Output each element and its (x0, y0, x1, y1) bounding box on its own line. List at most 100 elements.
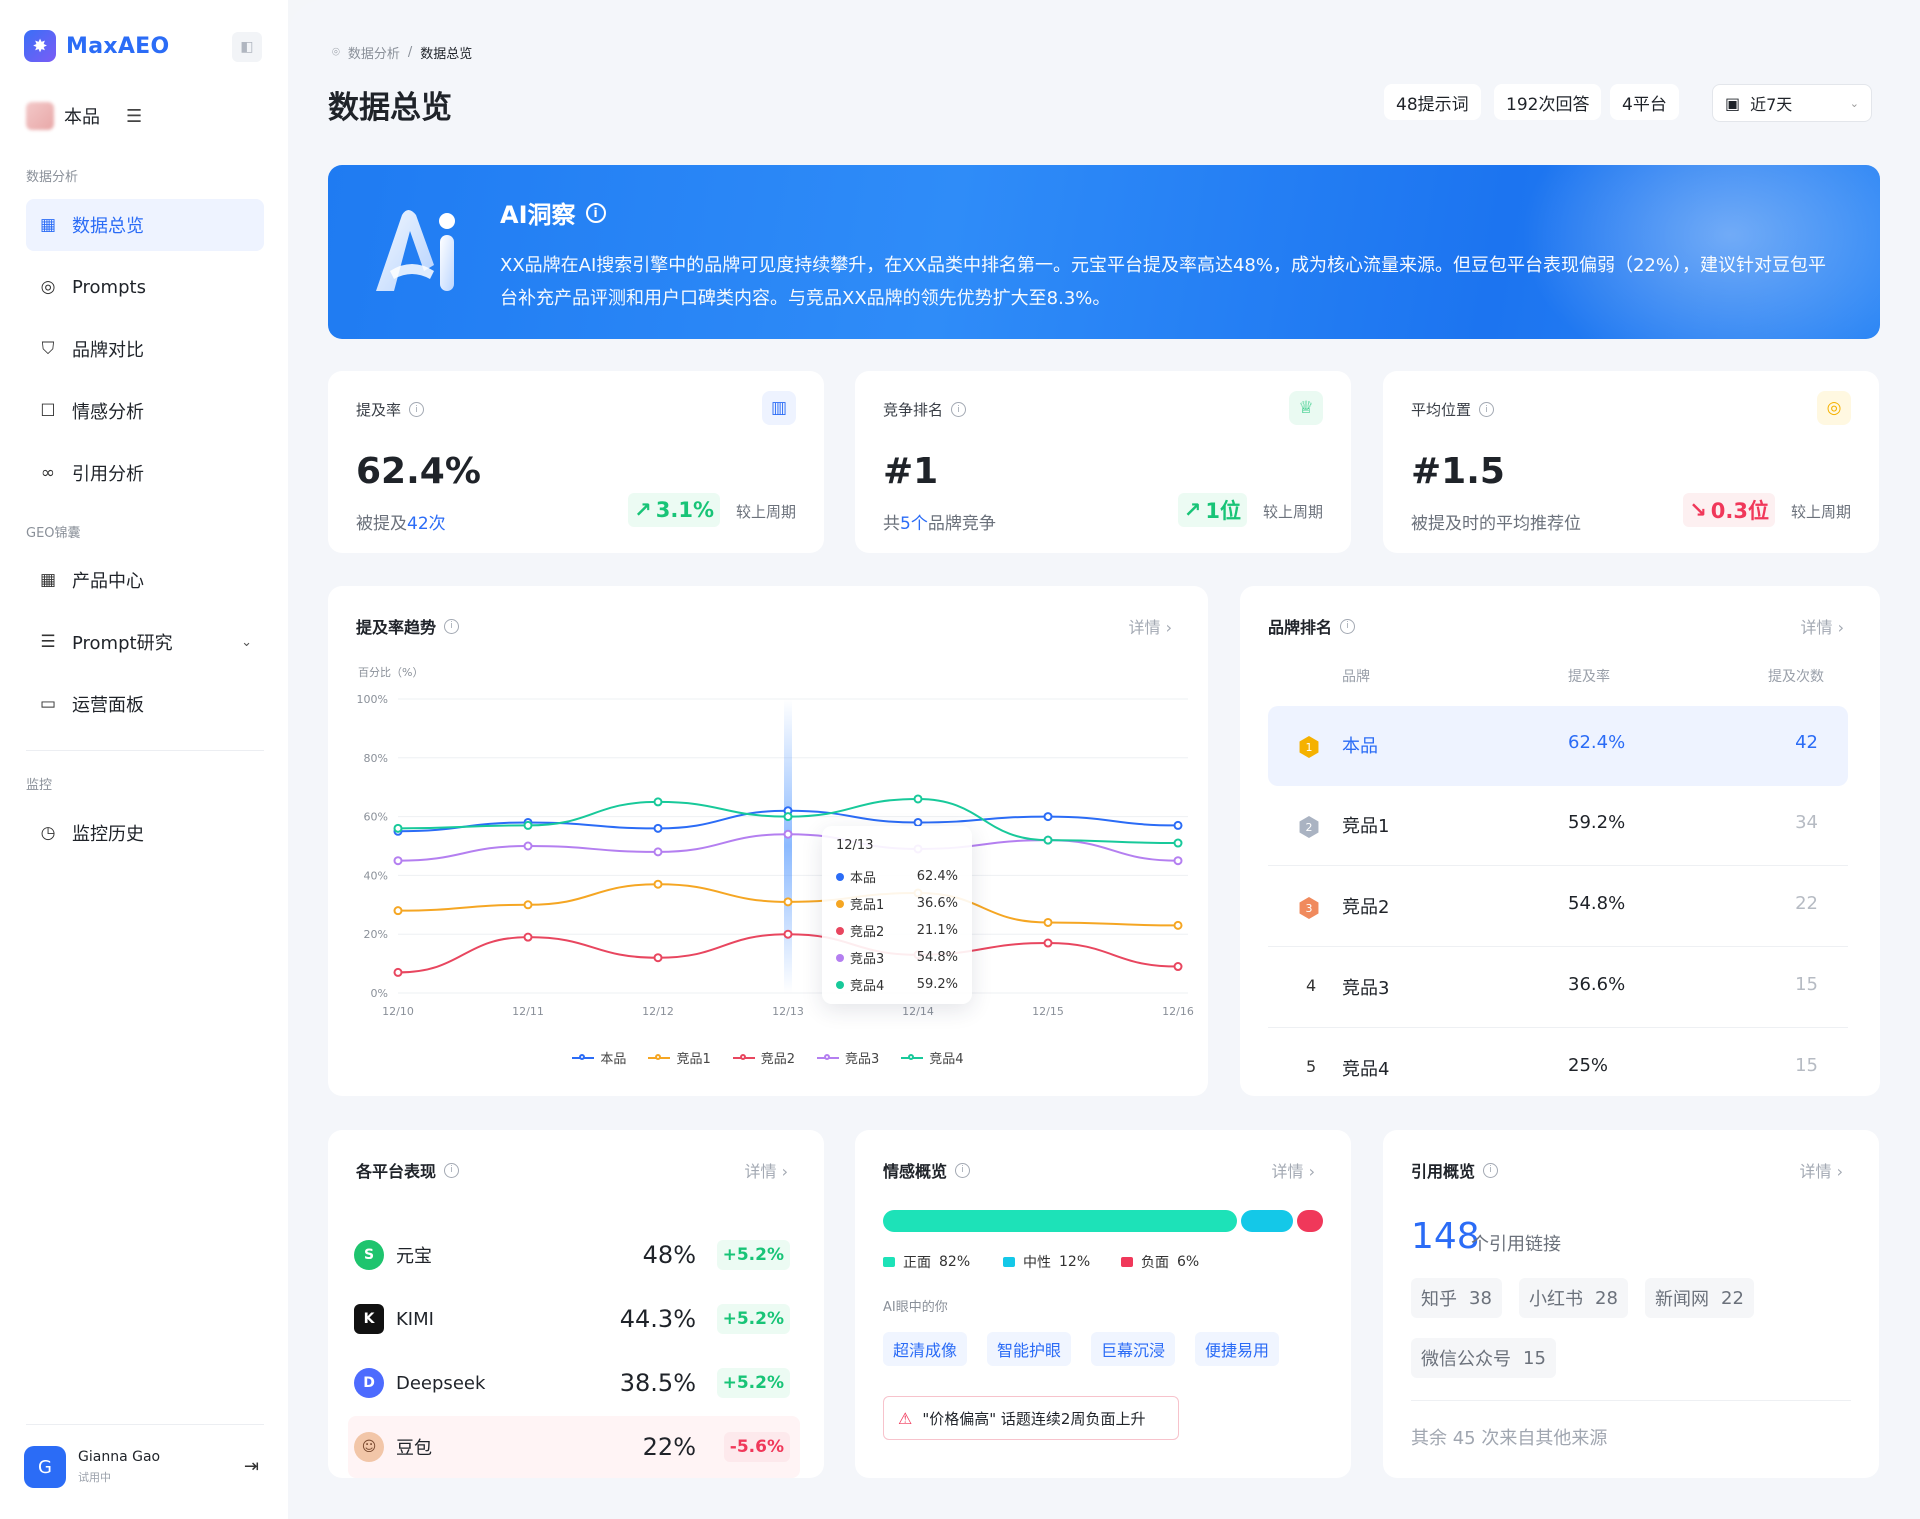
page-title: 数据总览 (328, 90, 452, 126)
legend-label: 竞品3 (845, 1052, 880, 1067)
app-logo[interactable]: ✸ MaxAEO (24, 30, 170, 62)
ai-insight-text: XX品牌在AI搜索引擎中的品牌可见度持续攀升，在XX品类中排名第一。元宝平台提及… (500, 255, 1826, 309)
platform-row[interactable]: S 元宝 48% +5.2% (348, 1224, 800, 1286)
data-point (653, 953, 663, 963)
hover-highlight (784, 699, 792, 993)
trophy-icon: ♕ (1289, 391, 1323, 425)
user-profile[interactable]: G Gianna Gao 试用中 (24, 1446, 160, 1488)
data-point (1173, 856, 1183, 866)
info-icon[interactable]: i (951, 402, 967, 417)
x-tick-label: 12/16 (1162, 1005, 1194, 1018)
nav-item-overview[interactable]: ▦ 数据总览 (26, 199, 264, 251)
nav-item-monitor-history[interactable]: ◷ 监控历史 (26, 807, 264, 859)
platform-row[interactable]: ☺ 豆包 22% -5.6% (348, 1416, 800, 1478)
nav-label: 引用分析 (72, 464, 144, 485)
info-icon[interactable]: i (585, 202, 606, 223)
legend-label: 本品 (600, 1052, 627, 1067)
column-header: 提及次数 (1768, 669, 1824, 685)
column-header: 品牌 (1342, 669, 1370, 685)
details-link[interactable]: 详情 › (1801, 614, 1845, 638)
legend-item[interactable]: 竞品2 (732, 1048, 795, 1067)
kpi-sub: 被提及时的平均推荐位 (1411, 514, 1581, 534)
card-title: 引用概览 i (1411, 1158, 1499, 1182)
chevron-down-icon[interactable]: ⌄ (241, 635, 252, 650)
rank-number: 5 (1306, 1057, 1317, 1076)
data-point (913, 794, 923, 804)
platform-row[interactable]: D Deepseek 38.5% +5.2% (348, 1352, 800, 1414)
platform-count-chip: 4平台 (1610, 84, 1679, 120)
info-icon[interactable]: i (1483, 1162, 1499, 1178)
nav-label: 情感分析 (72, 402, 144, 423)
keyword-tag[interactable]: 便捷易用 (1195, 1332, 1280, 1366)
data-point (393, 906, 403, 916)
details-link[interactable]: 详情 › (1800, 1158, 1844, 1182)
legend-item[interactable]: 竞品3 (817, 1048, 879, 1067)
platform-row[interactable]: K KIMI 44.3% +5.2% (348, 1288, 800, 1350)
info-icon[interactable]: i (1479, 402, 1495, 417)
kpi-card-rank: 竞争排名 i ♕ #1 共5个品牌竞争 ↗ 1位 较上周期 (855, 371, 1351, 553)
info-icon[interactable]: i (409, 402, 425, 417)
legend-item[interactable]: 竞品1 (648, 1048, 711, 1067)
sentiment-bar-neutral[interactable] (1241, 1210, 1294, 1232)
details-link[interactable]: 详情 › (745, 1158, 789, 1182)
x-tick-label: 12/11 (512, 1005, 544, 1018)
table-row[interactable]: 5 竞品4 25% 15 (1268, 1029, 1848, 1096)
sentiment-bar-positive[interactable] (883, 1210, 1238, 1232)
nav-item-prompt-research[interactable]: ☰ Prompt研究 ⌄ (26, 616, 264, 668)
nav-label: Prompts (72, 276, 146, 298)
nav-label: 数据总览 (72, 216, 144, 237)
bar-chart-icon: ▥ (762, 391, 796, 425)
source-chip[interactable]: 小红书 28 (1519, 1278, 1628, 1318)
data-point (1043, 835, 1053, 845)
line-chart[interactable]: 百分比（%） 0% 20% 40% 60% 80% 100% 12/10 12/11 12/12 1… (328, 586, 1208, 1096)
sentiment-bar-negative[interactable] (1297, 1210, 1323, 1232)
kpi-compare: 较上周期 (735, 503, 796, 521)
table-row[interactable]: 3 竞品2 54.8% 22 (1268, 867, 1848, 947)
info-icon[interactable]: i (444, 1162, 460, 1178)
list-icon[interactable]: ☰ (126, 106, 142, 127)
keyword-tag[interactable]: 巨幕沉浸 (1091, 1332, 1176, 1366)
kpi-delta: ↗ 1位 (1177, 493, 1247, 527)
kpi-value: #1.5 (1411, 451, 1505, 492)
tooltip-row: 竞品1 36.6% (836, 890, 958, 917)
nav-item-ops-board[interactable]: ▭ 运营面板 (26, 678, 264, 730)
platform-delta: +5.2% (716, 1240, 790, 1270)
legend-item[interactable]: 竞品4 (901, 1048, 964, 1067)
sentiment-legend-neutral: 中性 12% (1003, 1252, 1090, 1272)
info-icon[interactable]: i (1340, 618, 1356, 634)
legend-item[interactable]: 本品 (572, 1048, 626, 1067)
source-chip[interactable]: 新闻网 22 (1645, 1278, 1754, 1318)
answer-count-chip: 192次回答 (1494, 84, 1602, 120)
product-switcher[interactable]: 本品 ☰ (26, 102, 142, 130)
deepseek-logo-icon: D (354, 1368, 384, 1398)
keyword-tag[interactable]: 智能护眼 (987, 1332, 1072, 1366)
data-point (783, 897, 793, 907)
source-chip[interactable]: 微信公众号 15 (1411, 1338, 1556, 1378)
kpi-card-mention-rate: 提及率 i ▥ 62.4% 被提及42次 ↗ 3.1% 较上周期 (328, 371, 824, 553)
date-range-select[interactable]: ▣ 近7天 ⌄ (1712, 84, 1872, 122)
table-row[interactable]: 2 竞品1 59.2% 34 (1268, 786, 1848, 866)
nav-item-citation[interactable]: ∞ 引用分析 (26, 447, 264, 499)
breadcrumb-current: 数据总览 (420, 47, 473, 62)
nav-item-product-center[interactable]: ▦ 产品中心 (26, 554, 264, 606)
negative-warning[interactable]: ⚠ "价格偏高" 话题连续2周负面上升 (883, 1396, 1179, 1440)
details-link[interactable]: 详情 › (1272, 1158, 1316, 1182)
table-row[interactable]: 4 竞品3 36.6% 15 (1268, 948, 1848, 1028)
table-row[interactable]: 1 本品 62.4% 42 (1268, 706, 1848, 786)
keyword-tag[interactable]: 超清成像 (883, 1332, 968, 1366)
source-chip[interactable]: 知乎 38 (1411, 1278, 1502, 1318)
info-icon[interactable]: i (955, 1162, 971, 1178)
calendar-icon: ▣ (1725, 93, 1741, 113)
logout-icon[interactable]: ⇥ (244, 1456, 259, 1477)
tooltip-row: 本品 62.4% (836, 863, 958, 890)
platform-value: 48% (642, 1241, 696, 1269)
brand-name: 竞品4 (1342, 1059, 1390, 1080)
legend-label: 竞品2 (760, 1052, 795, 1067)
collapse-sidebar-icon[interactable]: ◧ (232, 32, 262, 62)
nav-item-brand-compare[interactable]: ⛉ 品牌对比 (26, 323, 264, 375)
rank-badge: 1 (1299, 736, 1319, 758)
breadcrumb-parent[interactable]: 数据分析 (348, 43, 400, 62)
nav-item-prompts[interactable]: ◎ Prompts (26, 261, 264, 313)
data-point (653, 879, 663, 889)
nav-item-sentiment[interactable]: ☐ 情感分析 (26, 385, 264, 437)
